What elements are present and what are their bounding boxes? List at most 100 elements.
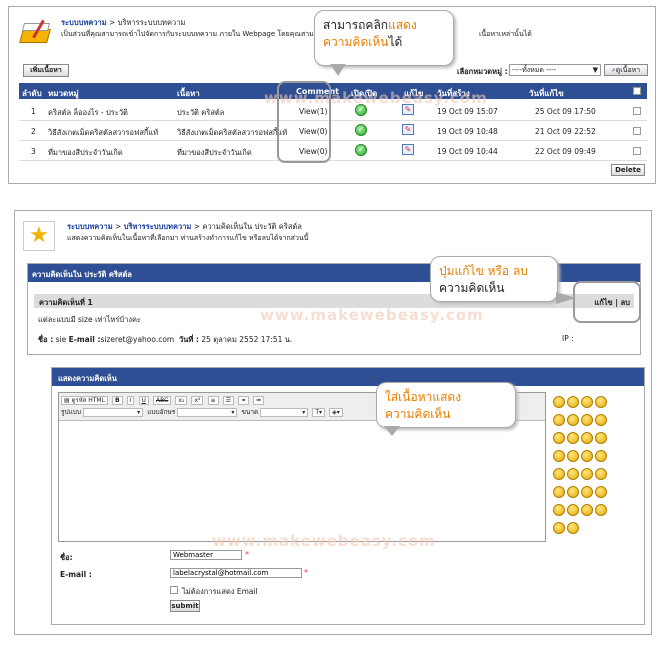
- delete-button[interactable]: Delete: [611, 164, 645, 176]
- callout-highlight: แสดง: [388, 18, 417, 32]
- emoticon-icon[interactable]: [595, 396, 607, 408]
- italic-button[interactable]: I: [126, 396, 135, 405]
- row-modified: 21 Oct 09 22:52: [535, 127, 596, 136]
- row-content: ที่มาของสีประจำวันเกิด: [177, 148, 252, 157]
- callout-pointer: [384, 426, 400, 436]
- breadcrumb-link-manage[interactable]: บริหารระบบบทความ: [124, 222, 192, 231]
- format-label: รูปแบบ: [61, 408, 82, 416]
- breadcrumb-link-articles[interactable]: ระบบบทความ: [67, 222, 113, 231]
- emoticon-icon[interactable]: [595, 432, 607, 444]
- text-color-icon[interactable]: T▾: [312, 407, 326, 417]
- format-select[interactable]: ▾: [83, 407, 144, 417]
- emoticon-icon[interactable]: [567, 504, 579, 516]
- bold-button[interactable]: B: [112, 396, 123, 405]
- emoticon-icon[interactable]: [581, 504, 593, 516]
- date-label: วันที่ :: [179, 335, 199, 344]
- emoticon-icon[interactable]: [581, 486, 593, 498]
- bg-color-icon[interactable]: ◈▾: [329, 407, 343, 417]
- form-email-label: E-mail :: [60, 570, 92, 579]
- form-name-label: ชื่อ:: [60, 553, 73, 562]
- emoticon-icon[interactable]: [581, 450, 593, 462]
- font-select[interactable]: ▾: [177, 407, 238, 417]
- underline-button[interactable]: U: [138, 396, 149, 405]
- ordered-list-icon[interactable]: ≡: [207, 396, 219, 405]
- emoticon-icon[interactable]: [553, 450, 565, 462]
- unlink-icon[interactable]: ⚮: [253, 396, 265, 405]
- edit-delete-highlight: [573, 281, 641, 323]
- emoticon-icon[interactable]: [553, 468, 565, 480]
- select-all-checkbox[interactable]: [633, 87, 641, 95]
- emoticon-icon[interactable]: [553, 486, 565, 498]
- emoticon-icon[interactable]: [553, 522, 565, 534]
- emoticon-icon[interactable]: [553, 504, 565, 516]
- link-icon[interactable]: ⚭: [238, 396, 250, 405]
- chevron-down-icon: ▾: [302, 408, 306, 416]
- emoticon-icon[interactable]: [553, 414, 565, 426]
- comment-body: แต่ละแบบมี size เท่าไหร่บ้างคะ: [38, 315, 142, 324]
- email-label: E-mail :: [68, 335, 101, 344]
- check-icon[interactable]: ✓: [355, 144, 367, 156]
- name-input[interactable]: [170, 550, 242, 560]
- emoticon-icon[interactable]: [581, 432, 593, 444]
- emoticon-icon[interactable]: [595, 414, 607, 426]
- edit-icon[interactable]: ✎: [402, 124, 414, 135]
- table-row: 2 วิธีสังเกตเม็ดคริสตัลสวารอฟสกี้แท้ วิธ…: [19, 121, 647, 141]
- required-asterisk: *: [304, 568, 308, 577]
- chevron-down-icon: ▾: [137, 408, 141, 416]
- callout-highlight: ใส่เนื้อหา: [385, 390, 433, 404]
- emoticon-icon[interactable]: [567, 522, 579, 534]
- hide-email-label: ไม่ต้องการแสดง Email: [182, 587, 258, 596]
- row-checkbox[interactable]: [633, 107, 641, 115]
- row-created: 19 Oct 09 10:44: [437, 147, 498, 156]
- submit-button[interactable]: submit: [170, 600, 200, 612]
- emoticon-icon[interactable]: [567, 450, 579, 462]
- books-icon: [19, 19, 53, 49]
- chevron-down-icon: ▼: [592, 66, 598, 74]
- strike-button[interactable]: ABC: [153, 396, 172, 405]
- edit-icon[interactable]: ✎: [402, 144, 414, 155]
- view-content-button[interactable]: ⌕ดูเนื้อหา: [604, 64, 648, 76]
- emoticon-icon[interactable]: [595, 504, 607, 516]
- page-description-tail: เนื้อหาเหล่านั้นได้: [479, 30, 532, 38]
- callout-highlight-2: ความคิดเห็น: [323, 35, 389, 49]
- emoticon-icon[interactable]: [553, 432, 565, 444]
- hide-email-checkbox[interactable]: [170, 586, 178, 594]
- emoticon-icon[interactable]: [567, 468, 579, 480]
- callout-text: สามารถคลิก: [323, 18, 389, 32]
- emoticon-icon[interactable]: [567, 414, 579, 426]
- col-category: หมวดหมู่: [48, 89, 79, 98]
- comment-title: ความคิดเห็นที่ 1: [39, 298, 93, 307]
- unordered-list-icon[interactable]: ☰: [222, 396, 234, 405]
- breadcrumb-link-articles[interactable]: ระบบบทความ: [61, 18, 107, 27]
- email-input[interactable]: [170, 568, 302, 578]
- watermark: www.makewebeasy.com: [260, 306, 484, 324]
- category-select[interactable]: ----ทั้งหมด ---- ▼: [509, 64, 601, 76]
- size-select[interactable]: ▾: [260, 407, 309, 417]
- breadcrumb-current: > บริหารระบบบทความ: [106, 18, 186, 27]
- row-checkbox[interactable]: [633, 127, 641, 135]
- emoticon-icon[interactable]: [567, 486, 579, 498]
- check-icon[interactable]: ✓: [355, 124, 367, 136]
- emoticon-icon[interactable]: [595, 468, 607, 480]
- emoticon-icon[interactable]: [595, 450, 607, 462]
- row-no: 1: [31, 107, 36, 116]
- emoticon-icon[interactable]: [567, 432, 579, 444]
- superscript-button[interactable]: x²: [191, 396, 204, 405]
- row-created: 19 Oct 09 10:48: [437, 127, 498, 136]
- row-checkbox[interactable]: [633, 147, 641, 155]
- subscript-button[interactable]: x₂: [175, 396, 188, 405]
- emoticon-icon[interactable]: [581, 396, 593, 408]
- emoticon-icon[interactable]: [567, 396, 579, 408]
- breadcrumb: ระบบบทความ > บริหารระบบบทความ > ความคิดเ…: [67, 221, 302, 233]
- emoticon-icon[interactable]: [553, 396, 565, 408]
- emoticon-icon[interactable]: [581, 468, 593, 480]
- add-content-button[interactable]: เพิ่มเนื้อหา: [23, 64, 69, 77]
- source-button[interactable]: ▤ ดูรหัส HTML: [61, 396, 108, 405]
- emoticon-icon[interactable]: [595, 486, 607, 498]
- breadcrumb-separator: >: [112, 222, 124, 231]
- emoticon-icon[interactable]: [581, 414, 593, 426]
- comment-form: แสดงความคิดเห็น ▤ ดูรหัส HTML B I U ABC …: [51, 367, 645, 625]
- email-value: sizeret@yahoo.com: [100, 335, 175, 344]
- callout-highlight: ปุ่มแก้ไข หรือ ลบ: [439, 264, 528, 278]
- row-content: วิธีสังเกตเม็ดคริสตัลสวารอฟสกี้แท้: [177, 128, 288, 137]
